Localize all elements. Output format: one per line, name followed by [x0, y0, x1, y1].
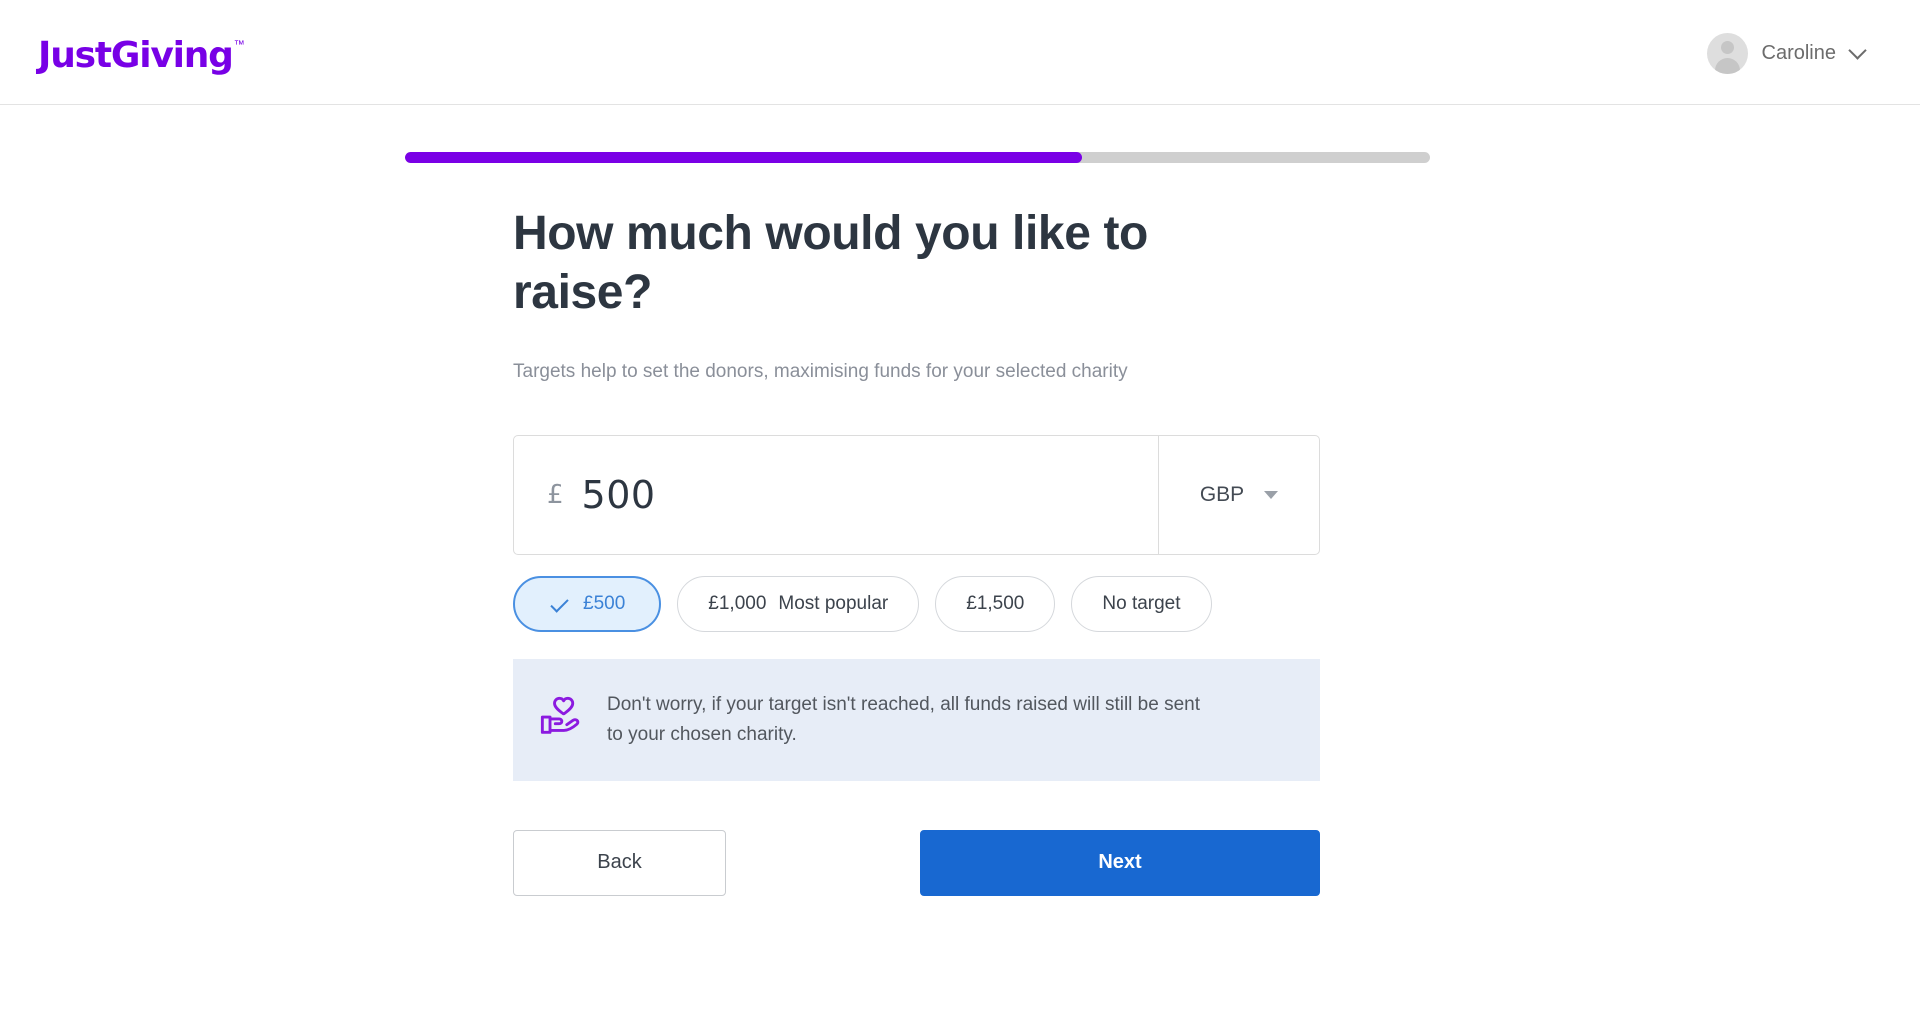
- reassurance-text: Don't worry, if your target isn't reache…: [607, 694, 1200, 745]
- page-title: How much would you like to raise?: [513, 207, 1148, 319]
- preset-amount-chip[interactable]: £500: [513, 575, 662, 632]
- chevron-down-icon[interactable]: [1850, 44, 1865, 59]
- justgiving-logo[interactable]: JustGiving ™: [38, 38, 245, 74]
- caret-down-icon: [1264, 490, 1279, 499]
- preset-amount-badge: Most popular: [778, 592, 889, 614]
- preset-amount-label: £1,500: [966, 592, 1025, 614]
- target-amount-field: £ 500 GBP: [513, 434, 1320, 555]
- preset-amount-label: No target: [1102, 592, 1181, 614]
- preset-amount-label: £500: [583, 592, 626, 614]
- preset-amount-chip[interactable]: No target: [1071, 575, 1212, 632]
- form-actions: Back Next: [513, 829, 1320, 896]
- check-icon: [549, 598, 569, 610]
- progress-fill: [405, 152, 1082, 163]
- logo-wordmark: JustGiving: [38, 35, 234, 76]
- currency-select[interactable]: GBP: [1159, 436, 1319, 554]
- site-header: JustGiving ™ Caroline: [0, 0, 1920, 105]
- currency-code-label: GBP: [1199, 482, 1245, 506]
- next-button[interactable]: Next: [920, 829, 1320, 896]
- preset-amount-chip[interactable]: £1,000 Most popular: [677, 575, 920, 632]
- preset-amount-label: £1,000: [708, 592, 767, 614]
- hand-holding-heart-icon: [539, 694, 585, 745]
- page-subtitle: Targets help to set the donors, maximisi…: [513, 361, 1128, 383]
- amount-input[interactable]: £ 500: [514, 435, 1159, 554]
- preset-amount-group: £500 £1,000 Most popular £1,500 No target: [513, 575, 1323, 632]
- progress-bar: [405, 152, 1430, 163]
- reassurance-banner: Don't worry, if your target isn't reache…: [513, 658, 1320, 781]
- currency-symbol-icon: £: [547, 479, 564, 510]
- progress-track: [405, 152, 1430, 163]
- trademark-symbol: ™: [233, 39, 245, 51]
- account-menu[interactable]: Caroline: [1706, 33, 1865, 74]
- amount-value: 500: [581, 472, 656, 517]
- main-content: How much would you like to raise? Target…: [513, 205, 1323, 896]
- account-name-label: Caroline: [1761, 42, 1836, 64]
- preset-amount-chip[interactable]: £1,500: [935, 575, 1056, 632]
- avatar: [1706, 33, 1748, 74]
- back-button[interactable]: Back: [513, 829, 726, 896]
